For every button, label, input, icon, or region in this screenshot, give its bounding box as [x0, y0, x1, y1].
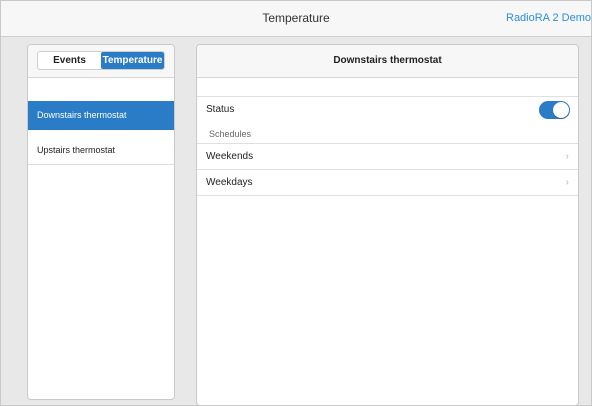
tab-events[interactable]: Events	[38, 52, 101, 69]
status-label: Status	[206, 104, 235, 115]
detail-title: Downstairs thermostat	[197, 45, 578, 78]
sidebar: Events Temperature Downstairs thermostat…	[27, 44, 175, 400]
status-toggle[interactable]	[539, 101, 570, 119]
top-bar: Temperature RadioRA 2 Demo	[1, 1, 591, 37]
detail-panel: Downstairs thermostat Status Schedules W…	[196, 44, 579, 406]
chevron-right-icon: ›	[565, 151, 569, 162]
sidebar-item-upstairs-thermostat[interactable]: Upstairs thermostat	[28, 136, 174, 165]
segment-bar: Events Temperature	[28, 45, 174, 78]
schedule-row-weekdays[interactable]: Weekdays ›	[197, 169, 578, 196]
app-window: Temperature RadioRA 2 Demo Events Temper…	[0, 0, 592, 406]
chevron-right-icon: ›	[565, 177, 569, 188]
schedule-row-weekends[interactable]: Weekends ›	[197, 143, 578, 169]
segmented-control: Events Temperature	[37, 51, 165, 70]
page-title: Temperature	[262, 11, 330, 25]
status-row: Status	[197, 96, 578, 122]
schedules-header: Schedules	[209, 129, 252, 139]
schedule-label: Weekends	[206, 151, 254, 162]
tab-temperature[interactable]: Temperature	[101, 52, 164, 69]
toggle-knob	[553, 102, 569, 118]
schedule-label: Weekdays	[206, 177, 253, 188]
system-name-link[interactable]: RadioRA 2 Demo	[506, 1, 591, 36]
sidebar-item-downstairs-thermostat[interactable]: Downstairs thermostat	[28, 101, 174, 130]
spacer	[197, 78, 578, 96]
